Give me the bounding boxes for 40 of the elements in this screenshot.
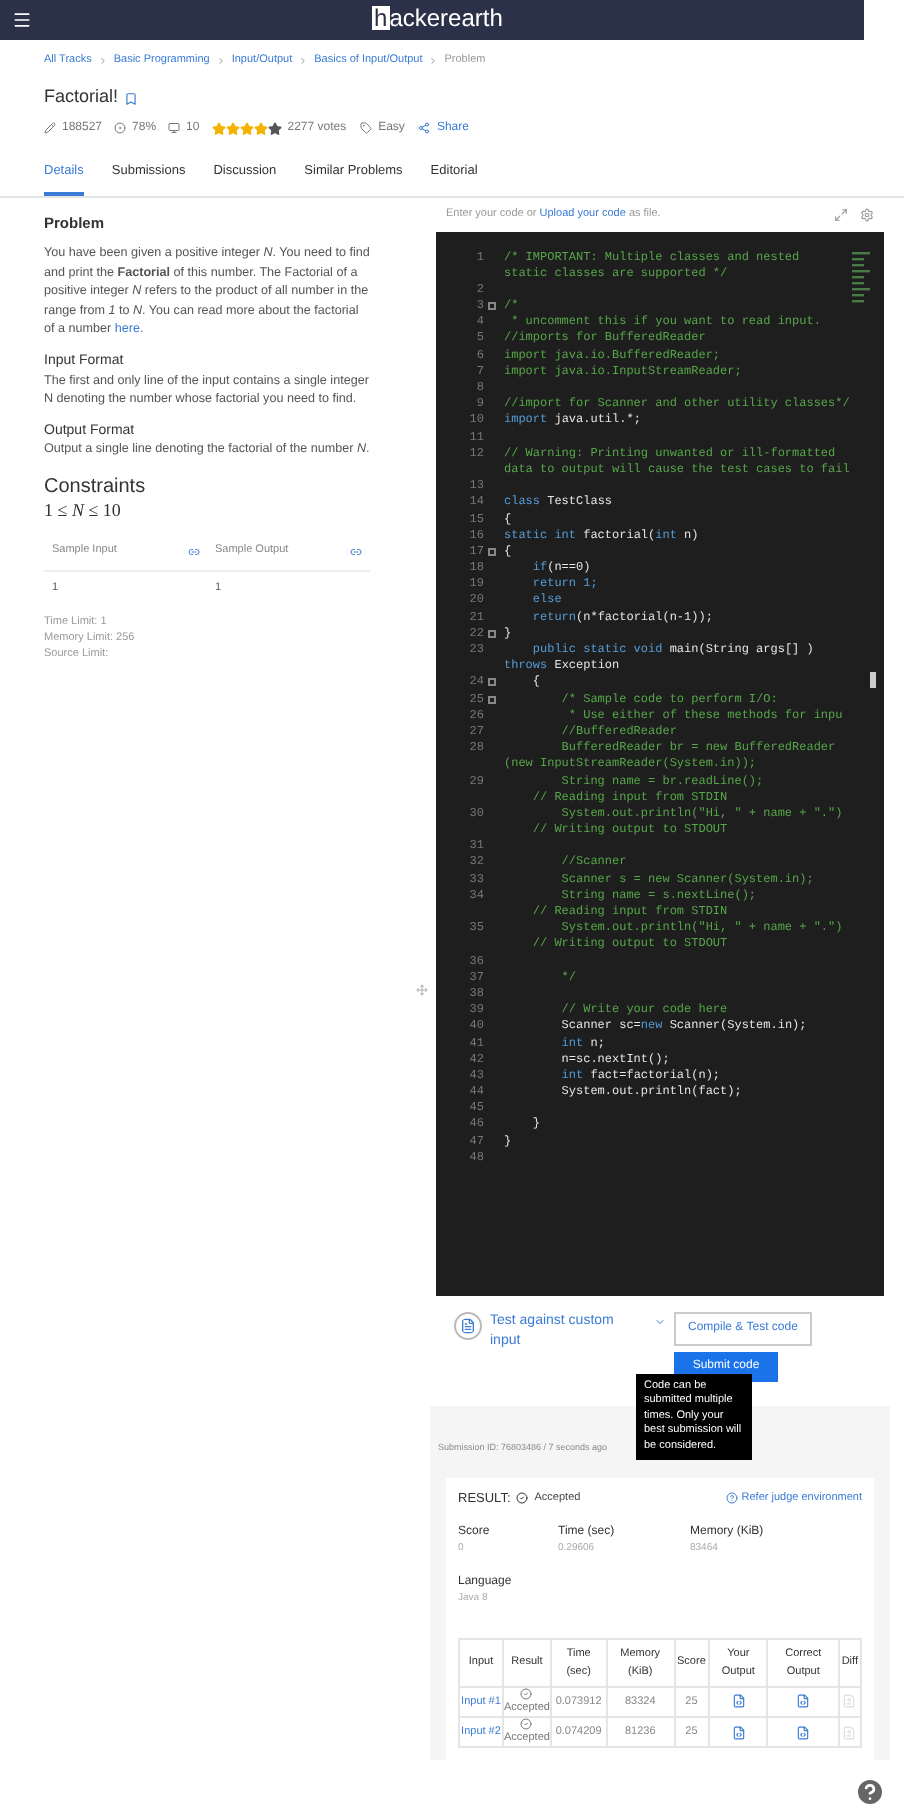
share-icon — [418, 122, 431, 135]
link-icon[interactable] — [187, 545, 199, 558]
constraints-heading: Constraints — [44, 476, 148, 501]
fold-icon[interactable] — [488, 695, 496, 704]
help-button-icon[interactable] — [854, 1776, 886, 1804]
file-icon[interactable] — [796, 1694, 811, 1709]
fold-icon[interactable] — [488, 302, 496, 311]
pencil-icon — [44, 122, 56, 135]
target-icon — [114, 122, 127, 135]
help-icon — [725, 1492, 738, 1505]
minimap-drawing — [852, 247, 872, 307]
code-editor[interactable] — [430, 231, 890, 1295]
file-icon[interactable] — [731, 1725, 746, 1740]
file-icon[interactable] — [454, 1311, 482, 1339]
caret-icon — [654, 1315, 666, 1327]
settings-icon[interactable] — [860, 207, 874, 221]
fold-icon[interactable] — [488, 678, 496, 687]
link-icon[interactable] — [350, 545, 362, 558]
check-icon — [516, 1492, 529, 1505]
tag-icon — [360, 122, 373, 135]
file-icon[interactable] — [796, 1725, 811, 1740]
fold-icon[interactable] — [488, 629, 496, 638]
bookmark-icon[interactable] — [124, 91, 139, 105]
chevron-icon — [428, 55, 439, 66]
logo[interactable]: hackerearth — [372, 6, 503, 30]
scrollbar-thumb[interactable] — [870, 671, 876, 687]
chevron-icon — [298, 55, 309, 66]
expand-icon[interactable] — [834, 207, 848, 221]
check-icon — [520, 1718, 533, 1730]
constraints-formula: 1 ≤ N ≤ 10 — [44, 500, 123, 523]
check-icon — [520, 1687, 533, 1700]
file-icon[interactable] — [731, 1694, 746, 1709]
drag-handle-icon[interactable] — [416, 983, 428, 995]
star-rating[interactable] — [211, 121, 282, 136]
chevron-icon — [215, 55, 226, 66]
monitor-icon — [168, 122, 181, 135]
problem-title: Factorial! — [44, 84, 119, 111]
fold-icon[interactable] — [488, 547, 496, 556]
chevron-icon — [97, 55, 108, 66]
menu-icon[interactable] — [12, 10, 32, 30]
